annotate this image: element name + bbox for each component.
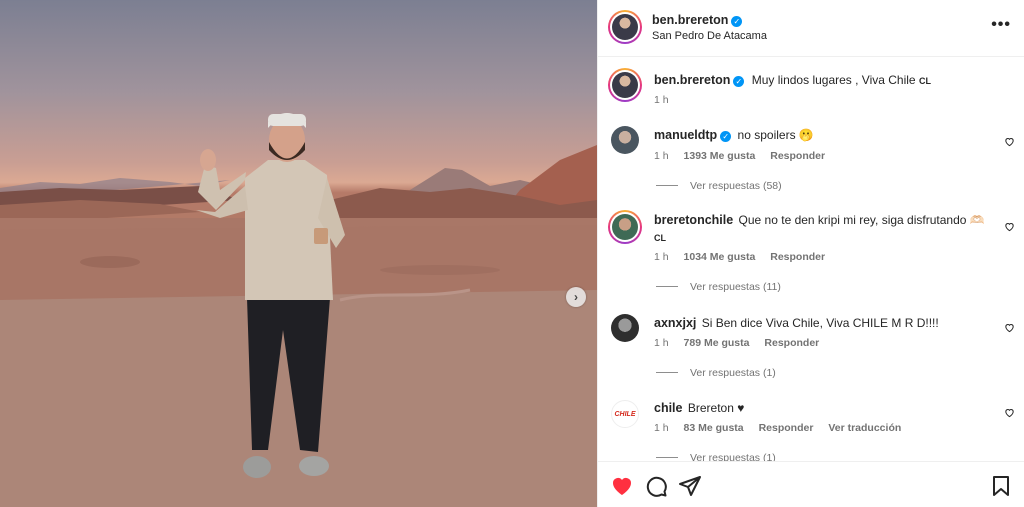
verified-badge-icon: ✓ xyxy=(731,16,743,27)
comment-meta: 1 h 1393 Me gusta Responder xyxy=(654,150,837,162)
replies-divider xyxy=(656,457,678,458)
comment-time: 1 h xyxy=(654,422,669,434)
view-replies-button[interactable]: Ver respuestas (1) xyxy=(656,367,776,379)
comment-text-row: manueldtp ✓ no spoilers 🫢 xyxy=(654,128,814,142)
author-name-row: ben.brereton ✓ xyxy=(652,13,743,27)
next-photo-button[interactable]: › xyxy=(566,287,586,307)
comment-meta: 1 h 83 Me gusta Responder Ver traducción xyxy=(654,422,913,434)
share-paper-plane-icon[interactable] xyxy=(678,474,702,498)
comment-row: breretonchile Que no te den kripi mi rey… xyxy=(598,210,1024,300)
chile-logo: CHILE xyxy=(614,410,636,418)
post-photo[interactable]: › xyxy=(0,0,597,507)
comment-avatar[interactable] xyxy=(611,126,639,154)
more-options-icon[interactable]: ••• xyxy=(991,16,1011,34)
emoji-icon: 🫶🏻 xyxy=(969,213,985,227)
chile-flag-icon: CL xyxy=(654,233,666,243)
view-replies-label: Ver respuestas (58) xyxy=(690,180,782,192)
view-replies-button[interactable]: Ver respuestas (58) xyxy=(656,180,782,192)
comment-meta: 1 h 789 Me gusta Responder xyxy=(654,337,831,349)
comment-likes[interactable]: 83 Me gusta xyxy=(684,422,744,434)
caption-username[interactable]: ben.brereton xyxy=(654,73,730,87)
comment-text: no spoilers xyxy=(737,128,796,142)
comment-flag-row: CL xyxy=(654,230,666,244)
reply-button[interactable]: Responder xyxy=(770,251,825,263)
replies-divider xyxy=(656,372,678,373)
author-avatar[interactable] xyxy=(608,10,642,44)
reply-button[interactable]: Responder xyxy=(770,150,825,162)
view-replies-label: Ver respuestas (11) xyxy=(690,281,781,293)
like-comment-heart-icon[interactable] xyxy=(1004,136,1015,147)
caption-text: Muy lindos lugares , Viva Chile xyxy=(751,73,916,87)
caption-row: ben.brereton ✓ Muy lindos lugares , Viva … xyxy=(598,68,1024,118)
comment-bubble-icon[interactable] xyxy=(644,474,668,498)
comment-likes[interactable]: 1393 Me gusta xyxy=(684,150,756,162)
caption-meta: 1 h xyxy=(654,94,681,106)
verified-badge-icon: ✓ xyxy=(733,76,745,87)
comment-time: 1 h xyxy=(654,337,669,349)
like-comment-heart-icon[interactable] xyxy=(1004,407,1015,418)
post-location[interactable]: San Pedro De Atacama xyxy=(652,30,767,42)
comment-row: CHILE chile Brereton ♥ 1 h 83 Me gusta R… xyxy=(598,398,1024,461)
verified-badge-icon: ✓ xyxy=(720,131,732,142)
caption-avatar[interactable] xyxy=(608,68,642,102)
comment-username[interactable]: manueldtp xyxy=(654,128,717,142)
comment-text-row: breretonchile Que no te den kripi mi rey… xyxy=(654,213,985,227)
comment-text: Si Ben dice Viva Chile, Viva CHILE M R D… xyxy=(701,316,939,330)
comment-row: manueldtp ✓ no spoilers 🫢 1 h 1393 Me gus… xyxy=(598,126,1024,198)
author-username[interactable]: ben.brereton xyxy=(652,13,728,27)
chile-flag-icon: CL xyxy=(918,76,931,86)
like-comment-heart-icon[interactable] xyxy=(1004,221,1015,232)
post-header: ben.brereton ✓ San Pedro De Atacama ••• xyxy=(598,0,1024,57)
comment-avatar[interactable]: CHILE xyxy=(611,400,639,428)
like-comment-heart-icon[interactable] xyxy=(1004,322,1015,333)
post-action-bar xyxy=(598,461,1024,507)
comment-likes[interactable]: 789 Me gusta xyxy=(684,337,750,349)
comment-row: axnxjxj Si Ben dice Viva Chile, Viva CHI… xyxy=(598,313,1024,385)
replies-divider xyxy=(656,286,678,287)
comment-meta: 1 h 1034 Me gusta Responder xyxy=(654,251,837,263)
comment-username[interactable]: chile xyxy=(654,401,683,415)
bookmark-save-icon[interactable] xyxy=(989,474,1013,498)
translate-button[interactable]: Ver traducción xyxy=(828,422,901,434)
view-replies-button[interactable]: Ver respuestas (1) xyxy=(656,452,776,461)
replies-divider xyxy=(656,185,678,186)
desert-landscape-image xyxy=(0,113,597,507)
chevron-right-icon: › xyxy=(574,290,578,304)
comment-username[interactable]: breretonchile xyxy=(654,213,733,227)
emoji-icon: 🫢 xyxy=(798,128,814,142)
comment-time: 1 h xyxy=(654,150,669,162)
comments-list[interactable]: ben.brereton ✓ Muy lindos lugares , Viva … xyxy=(598,58,1024,461)
comment-text-row: chile Brereton ♥ xyxy=(654,401,744,415)
view-replies-label: Ver respuestas (1) xyxy=(690,367,776,379)
caption-time: 1 h xyxy=(654,94,669,106)
comment-username[interactable]: axnxjxj xyxy=(654,316,696,330)
post-side-panel: ben.brereton ✓ San Pedro De Atacama ••• b… xyxy=(597,0,1024,507)
comment-text: Que no te den kripi mi rey, siga disfrut… xyxy=(738,213,967,227)
comment-time: 1 h xyxy=(654,251,669,263)
comment-text-row: axnxjxj Si Ben dice Viva Chile, Viva CHI… xyxy=(654,316,939,330)
reply-button[interactable]: Responder xyxy=(764,337,819,349)
view-replies-button[interactable]: Ver respuestas (11) xyxy=(656,281,781,293)
caption-text-row: ben.brereton ✓ Muy lindos lugares , Viva … xyxy=(654,73,931,87)
comment-text: Brereton ♥ xyxy=(687,401,745,415)
reply-button[interactable]: Responder xyxy=(759,422,814,434)
comment-likes[interactable]: 1034 Me gusta xyxy=(684,251,756,263)
like-heart-icon[interactable] xyxy=(610,474,634,498)
comment-avatar[interactable] xyxy=(611,314,639,342)
view-replies-label: Ver respuestas (1) xyxy=(690,452,776,461)
comment-avatar[interactable] xyxy=(608,210,642,244)
